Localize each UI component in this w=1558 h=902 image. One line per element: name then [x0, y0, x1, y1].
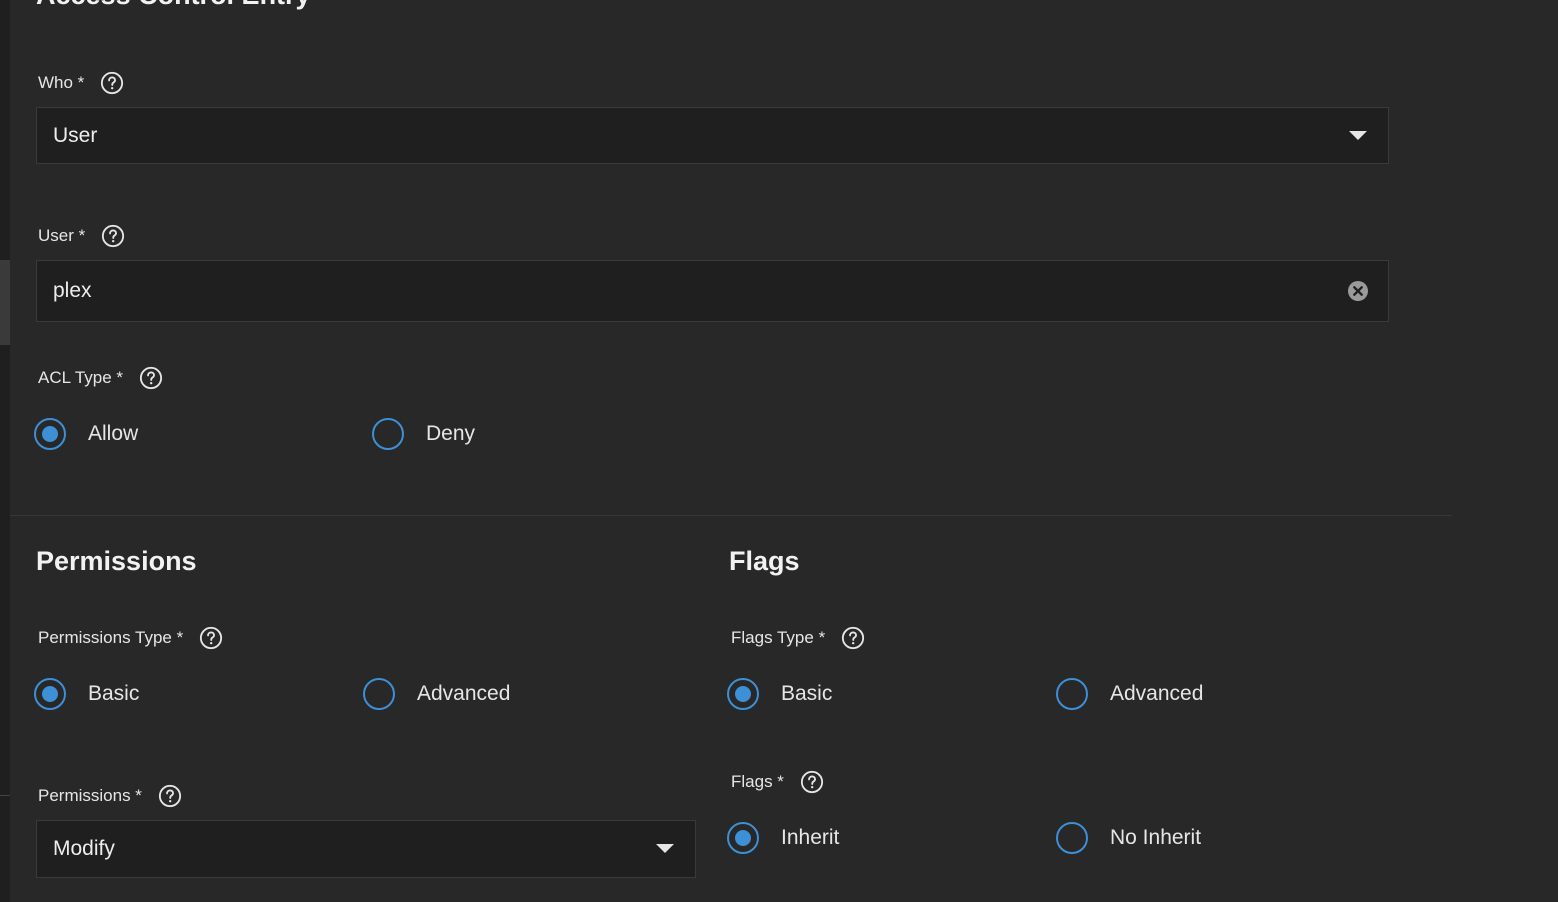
radio-checked-icon [727, 822, 759, 854]
who-label-row: Who * [38, 71, 124, 95]
radio-checked-icon [727, 678, 759, 710]
help-icon[interactable] [139, 366, 163, 390]
radio-checked-icon [34, 678, 66, 710]
section-divider [10, 515, 1452, 516]
left-panel-edge [0, 0, 10, 902]
permissions-label: Permissions * [38, 786, 142, 805]
who-label: Who * [38, 73, 85, 92]
radio-label: Inherit [781, 826, 840, 849]
help-icon[interactable] [841, 626, 865, 650]
help-icon[interactable] [158, 784, 182, 808]
flags-type-basic-radio[interactable]: Basic [727, 678, 832, 710]
user-combobox[interactable]: plex [36, 260, 1389, 322]
permissions-type-label: Permissions Type * [38, 628, 184, 647]
acl-type-label: ACL Type * [38, 368, 124, 387]
permissions-type-label-row: Permissions Type * [38, 626, 223, 650]
flags-label: Flags * [731, 772, 784, 791]
ace-form-page: Access Control Entry Who * User User * p… [0, 0, 1558, 902]
scroll-handle[interactable] [0, 260, 10, 345]
permissions-select-value: Modify [53, 837, 115, 860]
flags-no-inherit-radio[interactable]: No Inherit [1056, 822, 1201, 854]
flags-type-label: Flags Type * [731, 628, 826, 647]
acl-type-deny-radio[interactable]: Deny [372, 418, 475, 450]
acl-type-label-row: ACL Type * [38, 366, 163, 390]
acl-type-allow-radio[interactable]: Allow [34, 418, 138, 450]
help-icon[interactable] [199, 626, 223, 650]
radio-label: Allow [88, 422, 139, 445]
radio-label: Basic [781, 682, 833, 705]
user-input-value: plex [53, 279, 92, 302]
radio-unchecked-icon [363, 678, 395, 710]
flags-type-advanced-radio[interactable]: Advanced [1056, 678, 1203, 710]
radio-unchecked-icon [372, 418, 404, 450]
radio-unchecked-icon [1056, 822, 1088, 854]
who-select[interactable]: User [36, 107, 1389, 164]
caret-down-icon [1346, 124, 1370, 148]
panel-edge-divider [0, 795, 10, 796]
radio-label: Advanced [1110, 682, 1204, 705]
help-icon[interactable] [100, 71, 124, 95]
user-label-row: User * [38, 224, 125, 248]
clear-circle-icon[interactable] [1346, 279, 1370, 303]
who-select-value: User [53, 123, 98, 147]
caret-down-icon [653, 837, 677, 861]
flags-type-label-row: Flags Type * [731, 626, 865, 650]
permissions-type-basic-radio[interactable]: Basic [34, 678, 139, 710]
help-icon[interactable] [800, 770, 824, 794]
permissions-type-advanced-radio[interactable]: Advanced [363, 678, 510, 710]
radio-checked-icon [34, 418, 66, 450]
radio-label: Deny [426, 422, 476, 445]
flags-label-row: Flags * [731, 770, 824, 794]
permissions-select[interactable]: Modify [36, 820, 696, 878]
flags-inherit-radio[interactable]: Inherit [727, 822, 839, 854]
permissions-title: Permissions [36, 546, 197, 576]
radio-label: Basic [88, 682, 140, 705]
permissions-label-row: Permissions * [38, 784, 182, 808]
radio-label: No Inherit [1110, 826, 1202, 849]
page-title: Access Control Entry [36, 0, 311, 11]
help-icon[interactable] [101, 224, 125, 248]
radio-label: Advanced [417, 682, 511, 705]
flags-title: Flags [729, 546, 800, 576]
radio-unchecked-icon [1056, 678, 1088, 710]
user-label: User * [38, 226, 86, 245]
